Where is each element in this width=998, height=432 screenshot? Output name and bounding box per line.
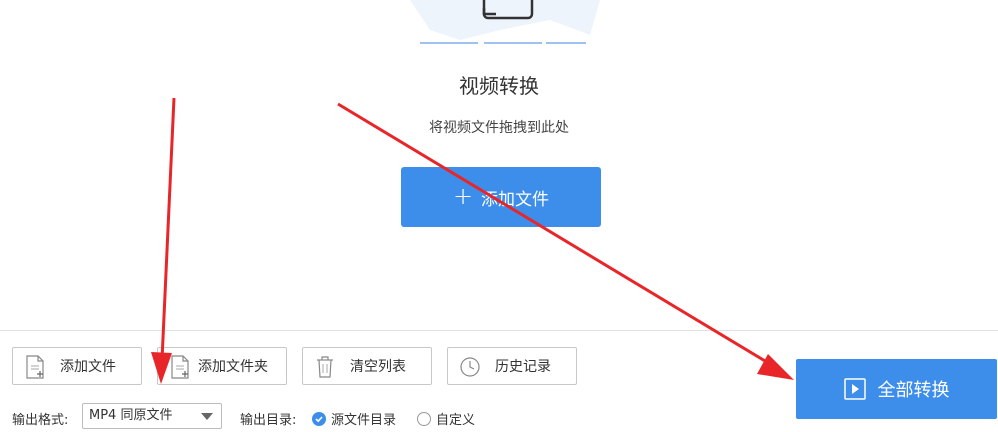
convert-all-button[interactable]: 全部转换 bbox=[796, 359, 997, 419]
radio-checked-icon bbox=[312, 411, 326, 426]
chevron-down-icon bbox=[201, 413, 213, 420]
radio-unchecked-icon bbox=[417, 411, 431, 426]
divider bbox=[0, 330, 998, 331]
add-file-main-label: 添加文件 bbox=[481, 189, 550, 210]
output-format-label: 输出格式: bbox=[12, 413, 69, 428]
add-file-label: 添加文件 bbox=[60, 359, 116, 375]
radio-custom-dir-label: 自定义 bbox=[436, 413, 476, 428]
clear-list-label: 清空列表 bbox=[350, 359, 406, 375]
add-file-button[interactable]: 添加文件 bbox=[12, 347, 142, 385]
plus-icon: + bbox=[452, 182, 474, 210]
output-dir-label: 输出目录: bbox=[240, 413, 297, 428]
annotation-arrow-down bbox=[160, 97, 176, 361]
add-file-main-button[interactable]: + 添加文件 bbox=[401, 167, 601, 227]
convert-illustration bbox=[410, 0, 600, 44]
add-folder-button[interactable]: 添加文件夹 bbox=[157, 347, 287, 385]
clear-list-button[interactable]: 清空列表 bbox=[302, 347, 432, 385]
radio-source-dir-label: 源文件目录 bbox=[331, 413, 397, 428]
add-folder-label: 添加文件夹 bbox=[198, 359, 268, 375]
radio-custom-dir[interactable]: 自定义 bbox=[417, 409, 475, 428]
radio-source-dir[interactable]: 源文件目录 bbox=[312, 409, 396, 428]
history-label: 历史记录 bbox=[495, 359, 551, 375]
history-button[interactable]: 历史记录 bbox=[447, 347, 577, 385]
page-title: 视频转换 bbox=[459, 74, 539, 98]
output-format-value: MP4 同原文件 bbox=[89, 408, 173, 423]
play-icon bbox=[843, 378, 866, 400]
drop-hint: 将视频文件拖拽到此处 bbox=[429, 120, 569, 136]
annotation-arrow-diagonal bbox=[337, 102, 776, 369]
convert-all-label: 全部转换 bbox=[877, 380, 950, 401]
output-format-select[interactable]: MP4 同原文件 bbox=[82, 403, 222, 429]
